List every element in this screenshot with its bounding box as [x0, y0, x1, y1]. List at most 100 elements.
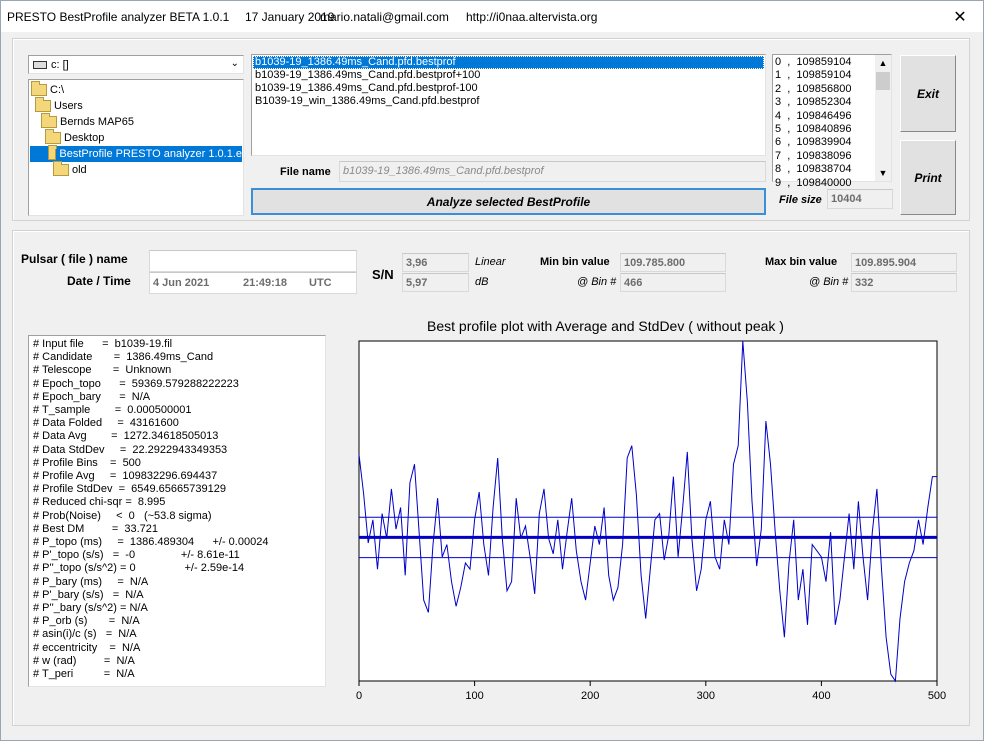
- tz-value: UTC: [309, 277, 332, 289]
- drive-value: c: []: [51, 58, 69, 71]
- close-button[interactable]: ✕: [937, 1, 983, 32]
- drive-icon: [33, 60, 47, 69]
- info-line: # P'_topo (s/s) = -0 +/- 8.61e-11: [33, 549, 240, 562]
- info-line: # Profile StdDev = 6549.65665739129: [33, 483, 226, 496]
- folder-tree[interactable]: C:\ Users Bernds MAP65 Desktop BestProfile P…: [28, 79, 244, 216]
- value-list-item[interactable]: 8 , 109838704: [775, 163, 851, 176]
- info-line: # Data Avg = 1272.34618505013: [33, 430, 219, 443]
- sn-linear-field: 3,96: [402, 253, 469, 272]
- value-list-item[interactable]: 3 , 109852304: [775, 96, 851, 109]
- datetime-field: 4 Jun 2021 21:49:18 UTC: [149, 272, 357, 294]
- max-bin-field: 109.895.904: [851, 253, 957, 272]
- info-line: # P''_bary (s/s^2) = N/A: [33, 602, 148, 614]
- info-line: # P_topo (ms) = 1386.489304 +/- 0.00024: [33, 536, 269, 548]
- folder-label: Desktop: [64, 132, 105, 144]
- folder-label: C:\: [50, 84, 65, 96]
- folder-icon: [35, 97, 51, 112]
- file-list-item[interactable]: B1039-19_win_1386.49ms_Cand.pfd.bestprof: [253, 95, 479, 108]
- info-line: # Input file = b1039-19.fil: [33, 338, 173, 350]
- info-line: # T_sample = 0.000500001: [33, 404, 192, 416]
- exit-button[interactable]: Exit: [900, 55, 956, 132]
- max-bin-index-label: @ Bin #: [809, 276, 849, 288]
- folder-item[interactable]: Bernds MAP65: [41, 113, 134, 130]
- profile-plot: 0 100 200 300 400 500: [356, 340, 946, 702]
- info-line: # asin(i)/c (s) = N/A: [33, 628, 137, 641]
- file-list-item[interactable]: b1039-19_1386.49ms_Cand.pfd.bestprof: [253, 56, 764, 69]
- chevron-down-icon[interactable]: ⌄: [231, 58, 239, 69]
- min-bin-label: Min bin value: [540, 256, 610, 268]
- info-line: # Epoch_bary = N/A: [33, 390, 151, 403]
- value-list-item[interactable]: 9 , 109840000: [775, 177, 851, 190]
- folder-label: Users: [54, 100, 83, 112]
- value-list-item[interactable]: 6 , 109839904: [775, 136, 851, 149]
- info-line: # w (rad) = N/A: [33, 654, 135, 667]
- title-bar: PRESTO BestProfile analyzer BETA 1.0.1 1…: [1, 1, 983, 32]
- folder-icon: [41, 113, 57, 128]
- file-list-item[interactable]: b1039-19_1386.49ms_Cand.pfd.bestprof+100: [253, 69, 480, 82]
- window-url: http://i0naa.altervista.org: [466, 10, 598, 24]
- folder-item[interactable]: old: [53, 161, 87, 178]
- analyze-button[interactable]: Analyze selected BestProfile: [251, 188, 766, 215]
- info-line: # Profile Bins = 500: [33, 456, 141, 469]
- drive-select[interactable]: c: [] ⌄: [28, 55, 244, 74]
- info-line: # Reduced chi-sqr = 8.995: [33, 496, 166, 509]
- info-line: # Data StdDev = 22.2922943349353: [33, 443, 228, 456]
- folder-item[interactable]: BestProfile PRESTO analyzer 1.0.1.e: [30, 145, 242, 162]
- folder-label: BestProfile PRESTO analyzer 1.0.1.e: [59, 148, 242, 160]
- value-list-item[interactable]: 0 , 109859104: [775, 56, 851, 69]
- value-list-item[interactable]: 7 , 109838096: [775, 150, 851, 163]
- info-line: # T_peri = N/A: [33, 668, 135, 680]
- value-list-item[interactable]: 1 , 109859104: [775, 69, 851, 82]
- scroll-up-icon[interactable]: ▲: [875, 55, 891, 71]
- info-line: # Best DM = 33.721: [33, 522, 159, 535]
- sn-linear-unit: Linear: [475, 256, 506, 268]
- pulsar-name-field[interactable]: [149, 250, 357, 272]
- sn-db-unit: dB: [475, 276, 489, 288]
- x-tick-label: 300: [697, 690, 715, 702]
- info-line: # P_orb (s) = N/A: [33, 615, 140, 628]
- x-tick-label: 100: [465, 690, 483, 702]
- scroll-thumb[interactable]: [876, 72, 890, 90]
- folder-icon: [53, 161, 69, 176]
- info-line: # Epoch_topo = 59369.579288222223: [33, 377, 239, 390]
- info-line: # P'_bary (s/s) = N/A: [33, 588, 144, 601]
- x-tick-label: 500: [928, 690, 946, 702]
- folder-item[interactable]: C:\: [31, 81, 65, 98]
- file-size-label: File size: [779, 194, 822, 206]
- window-email: mario.natali@gmail.com: [320, 10, 449, 24]
- folder-item[interactable]: Desktop: [45, 129, 105, 146]
- x-tick-label: 0: [356, 690, 362, 702]
- folder-label: Bernds MAP65: [60, 116, 134, 128]
- file-list[interactable]: b1039-19_1386.49ms_Cand.pfd.bestprof b103…: [251, 54, 766, 156]
- value-list-item[interactable]: 2 , 109856800: [775, 83, 851, 96]
- info-line: # Prob(Noise) < 0 (~53.8 sigma): [33, 509, 212, 522]
- folder-item[interactable]: Users: [35, 97, 83, 114]
- plot-area: [358, 340, 938, 682]
- pulsar-name-label: Pulsar ( file ) name: [21, 252, 128, 266]
- file-list-item[interactable]: b1039-19_1386.49ms_Cand.pfd.bestprof-100: [253, 82, 478, 95]
- sn-db-field: 5,97: [402, 273, 469, 292]
- folder-icon: [31, 81, 47, 96]
- values-list[interactable]: 9 , 109840000 8 , 109838704 7 , 109838096 6…: [772, 54, 892, 189]
- folder-icon: [45, 129, 61, 144]
- sn-label: S/N: [372, 267, 394, 282]
- file-name-field[interactable]: b1039-19_1386.49ms_Cand.pfd.bestprof: [339, 161, 766, 182]
- file-name-label: File name: [280, 166, 331, 178]
- info-line: # eccentricity = N/A: [33, 641, 141, 654]
- value-list-item[interactable]: 4 , 109846496: [775, 110, 851, 123]
- x-tick-label: 200: [581, 690, 599, 702]
- datetime-label: Date / Time: [67, 274, 131, 288]
- print-button[interactable]: Print: [900, 140, 956, 215]
- time-value: 21:49:18: [243, 277, 288, 289]
- info-line: # P''_topo (s/s^2) = 0 +/- 2.59e-14: [33, 562, 245, 575]
- min-bin-index-field: 466: [620, 273, 726, 292]
- value-list-item[interactable]: 5 , 109840896: [775, 123, 851, 136]
- info-line: # Data Folded = 43161600: [33, 417, 179, 430]
- max-bin-label: Max bin value: [765, 256, 838, 268]
- scroll-down-icon[interactable]: ▼: [875, 165, 891, 181]
- info-line: # Candidate = 1386.49ms_Cand: [33, 351, 214, 364]
- plot-title: Best profile plot with Average and StdDe…: [427, 318, 784, 334]
- min-bin-index-label: @ Bin #: [577, 276, 617, 288]
- date-value: 4 Jun 2021: [153, 277, 210, 289]
- values-scrollbar[interactable]: ▲ ▼: [875, 55, 891, 181]
